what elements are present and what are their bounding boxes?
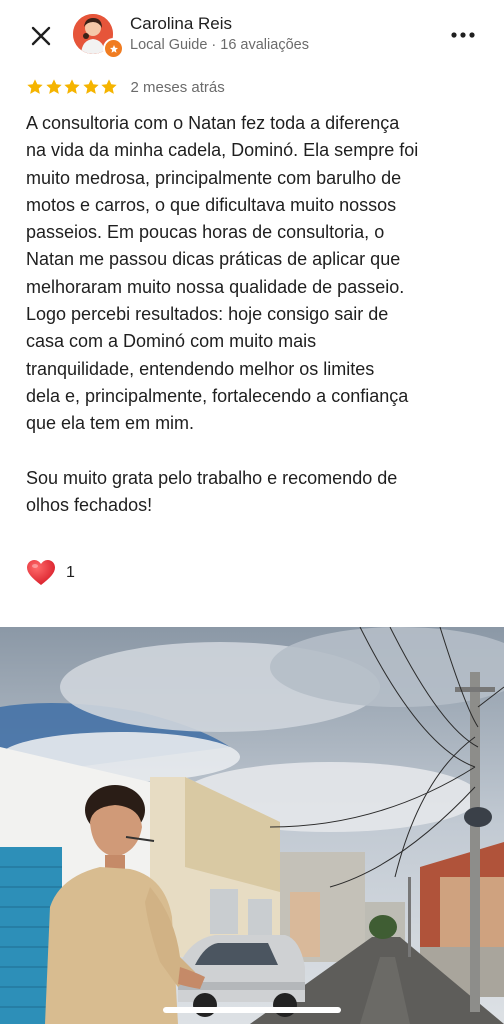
review-date: 2 meses atrás xyxy=(130,78,225,96)
star-icon xyxy=(45,79,62,94)
more-options-button[interactable] xyxy=(446,22,480,48)
reviewer-name[interactable]: Carolina Reis xyxy=(130,14,232,34)
review-header: Carolina Reis Local Guide · 16 avaliaçõe… xyxy=(0,0,504,70)
review-paragraph: A consultoria com o Natan fez toda a dif… xyxy=(26,113,419,434)
rating-row: 2 meses atrás xyxy=(26,78,225,96)
star-icon xyxy=(82,79,99,94)
star-rating xyxy=(26,78,119,96)
review-paragraph: Sou muito grata pelo trabalho e recomend… xyxy=(26,467,398,515)
close-icon xyxy=(31,26,51,46)
home-indicator xyxy=(163,1007,341,1013)
review-text: A consultoria com o Natan fez toda a dif… xyxy=(26,110,488,519)
reviewer-meta: Local Guide · 16 avaliações xyxy=(130,37,309,53)
heart-icon xyxy=(27,560,55,585)
star-icon xyxy=(27,79,43,94)
reaction-count: 1 xyxy=(66,564,75,581)
star-icon xyxy=(64,79,80,94)
review-photo[interactable] xyxy=(0,627,504,1024)
reaction-button[interactable]: 1 xyxy=(26,559,75,587)
close-button[interactable] xyxy=(22,18,60,54)
local-guide-badge-icon xyxy=(103,38,124,59)
more-vert-icon xyxy=(451,32,475,38)
star-icon xyxy=(101,79,117,94)
